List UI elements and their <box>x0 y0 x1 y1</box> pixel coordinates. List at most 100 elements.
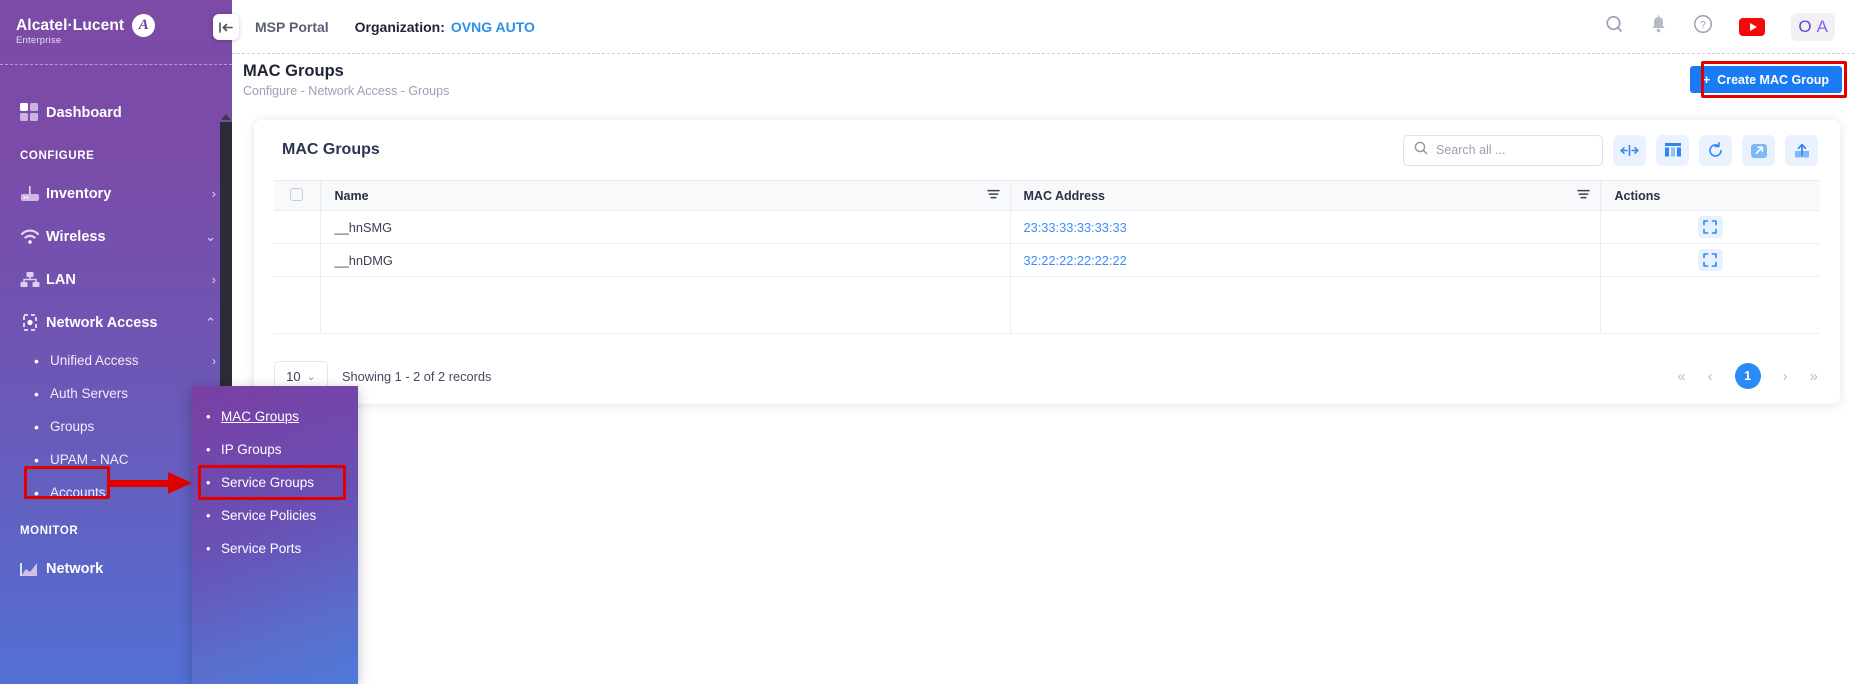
search-icon[interactable] <box>1605 15 1624 39</box>
scroll-up-arrow-icon[interactable] <box>221 112 231 120</box>
avatar[interactable]: O A <box>1791 13 1835 41</box>
column-header-name[interactable]: Name <box>320 181 1010 211</box>
msp-portal-link[interactable]: MSP Portal <box>255 19 329 35</box>
bullet-icon: • <box>34 453 50 467</box>
expand-button[interactable] <box>1742 135 1775 166</box>
create-mac-group-button[interactable]: + Create MAC Group <box>1690 66 1842 93</box>
pagination-last[interactable]: » <box>1810 368 1818 385</box>
filter-icon[interactable] <box>987 189 1000 203</box>
table-row[interactable]: __hnSMG 23:33:33:33:33:33 <box>274 211 1820 244</box>
column-header-mac-address[interactable]: MAC Address <box>1010 181 1600 211</box>
sidebar-item-inventory[interactable]: Inventory › <box>0 172 232 215</box>
sidebar-subitem-label: Accounts <box>50 485 212 500</box>
brand-name: Alcatel·Lucent <box>16 18 124 34</box>
flyout-item-label: MAC Groups <box>221 409 299 424</box>
bullet-icon: • <box>34 486 50 500</box>
chevron-right-icon: › <box>212 272 216 287</box>
expand-row-icon[interactable] <box>1698 216 1723 238</box>
bullet-icon: • <box>34 420 50 434</box>
sidebar-subitem-label: UPAM - NAC <box>50 452 212 467</box>
sidebar-item-label: Dashboard <box>46 105 216 121</box>
fit-columns-icon <box>1620 143 1639 158</box>
flyout-item-service-groups[interactable]: • Service Groups <box>192 466 358 499</box>
page-title: MAC Groups <box>243 62 449 81</box>
column-settings-button[interactable] <box>1656 135 1689 166</box>
bullet-icon: • <box>206 475 221 490</box>
pagination-current-page[interactable]: 1 <box>1735 363 1761 389</box>
bullet-icon: • <box>206 541 221 556</box>
brand-logo[interactable]: Alcatel·Lucent Enterprise A <box>0 0 232 64</box>
row-select-cell[interactable] <box>274 211 320 244</box>
expand-row-icon[interactable] <box>1698 249 1723 271</box>
chevron-right-icon: › <box>212 186 216 201</box>
help-icon[interactable]: ? <box>1693 14 1713 39</box>
table-empty-space <box>274 277 1820 334</box>
pagination-next[interactable]: › <box>1783 368 1788 385</box>
sidebar-subitem-unified-access[interactable]: • Unified Access › <box>0 344 232 377</box>
top-bar: MSP Portal Organization: OVNG AUTO <box>232 0 1855 53</box>
brand-mark-icon: A <box>132 14 155 37</box>
chevron-up-icon: ⌃ <box>205 315 216 331</box>
organization-value[interactable]: OVNG AUTO <box>451 19 535 35</box>
refresh-button[interactable] <box>1699 135 1732 166</box>
row-mac-cell: 23:33:33:33:33:33 <box>1010 211 1600 244</box>
table-wrapper: Name MAC Address <box>254 180 1840 334</box>
sidebar-item-wireless[interactable]: Wireless ⌄ <box>0 215 232 258</box>
column-settings-icon <box>1664 142 1682 158</box>
card-header: MAC Groups <box>254 120 1840 180</box>
chevron-right-icon: › <box>212 354 216 368</box>
chevron-down-icon: ⌄ <box>205 229 216 245</box>
chevron-down-icon: ⌄ <box>307 370 316 383</box>
sidebar-item-label: Wireless <box>46 229 205 245</box>
column-header-label: Name <box>335 189 369 203</box>
export-icon <box>1793 142 1811 159</box>
collapse-left-icon <box>219 21 234 34</box>
search-box[interactable] <box>1403 135 1603 166</box>
lan-icon <box>20 271 46 289</box>
select-all-header[interactable] <box>274 181 320 211</box>
sidebar-item-dashboard[interactable]: Dashboard <box>0 91 232 134</box>
mac-address-link[interactable]: 32:22:22:22:22:22 <box>1024 253 1127 268</box>
search-input[interactable] <box>1436 143 1592 157</box>
select-all-checkbox[interactable] <box>290 188 303 201</box>
sidebar-collapse-button[interactable] <box>213 14 239 40</box>
pagination-prev[interactable]: ‹ <box>1708 368 1713 385</box>
flyout-item-service-ports[interactable]: • Service Ports <box>192 532 358 565</box>
dashboard-icon <box>20 103 46 122</box>
youtube-icon[interactable] <box>1739 18 1765 36</box>
filter-icon[interactable] <box>1577 189 1590 203</box>
row-actions-cell <box>1600 211 1820 244</box>
row-select-cell[interactable] <box>274 244 320 277</box>
row-mac-cell: 32:22:22:22:22:22 <box>1010 244 1600 277</box>
wifi-icon <box>20 228 46 246</box>
table-row[interactable]: __hnDMG 32:22:22:22:22:22 <box>274 244 1820 277</box>
brand-tagline: Enterprise <box>16 36 124 46</box>
flyout-item-service-policies[interactable]: • Service Policies <box>192 499 358 532</box>
mac-address-link[interactable]: 23:33:33:33:33:33 <box>1024 220 1127 235</box>
flyout-item-label: IP Groups <box>221 442 282 457</box>
sidebar-item-network-access[interactable]: Network Access ⌃ <box>0 301 232 344</box>
brand-mark-glyph: A <box>139 18 149 33</box>
card-toolbar <box>1403 135 1818 166</box>
table-header-row: Name MAC Address <box>274 181 1820 211</box>
bullet-icon: • <box>34 354 50 368</box>
pagination-first[interactable]: « <box>1677 368 1685 385</box>
row-actions-cell <box>1600 244 1820 277</box>
organization-label: Organization: <box>355 19 445 35</box>
records-summary: Showing 1 - 2 of 2 records <box>342 369 491 384</box>
export-button[interactable] <box>1785 135 1818 166</box>
sidebar-item-lan[interactable]: LAN › <box>0 258 232 301</box>
groups-flyout-menu: • MAC Groups • IP Groups • Service Group… <box>192 386 358 684</box>
avatar-initial-left: O <box>1798 17 1811 37</box>
fit-columns-button[interactable] <box>1613 135 1646 166</box>
page-size-value: 10 <box>286 369 300 384</box>
sidebar-section-configure: CONFIGURE <box>0 134 232 172</box>
bullet-icon: • <box>206 442 221 457</box>
bullet-icon: • <box>34 387 50 401</box>
flyout-item-mac-groups[interactable]: • MAC Groups <box>192 400 358 433</box>
column-header-label: MAC Address <box>1024 189 1106 203</box>
sidebar-subitem-label: Unified Access <box>50 353 212 368</box>
flyout-item-label: Service Policies <box>221 508 316 523</box>
flyout-item-ip-groups[interactable]: • IP Groups <box>192 433 358 466</box>
bell-icon[interactable] <box>1650 15 1667 39</box>
